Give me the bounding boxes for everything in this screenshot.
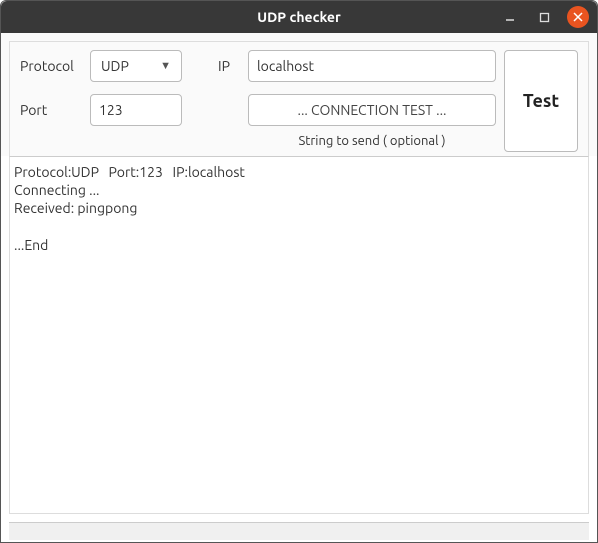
test-button-label: Test: [523, 91, 559, 111]
protocol-select[interactable]: UDP ▼: [90, 50, 182, 82]
titlebar: UDP checker: [1, 1, 597, 33]
port-input[interactable]: [90, 94, 182, 126]
status-bar: [9, 522, 589, 540]
minimize-icon: [504, 11, 516, 23]
app-window: UDP checker Protocol UDP ▼: [0, 0, 598, 543]
output-log[interactable]: Protocol:UDP Port:123 IP:localhost Conne…: [9, 156, 589, 514]
ip-label: IP: [218, 58, 240, 74]
close-icon: [573, 12, 583, 22]
send-string-input[interactable]: [248, 94, 496, 126]
protocol-label: Protocol: [20, 58, 82, 74]
chevron-down-icon: ▼: [160, 60, 171, 72]
close-button[interactable]: [567, 6, 589, 28]
maximize-icon: [539, 12, 550, 23]
test-button[interactable]: Test: [504, 50, 578, 152]
send-hint: String to send ( optional ): [248, 134, 496, 148]
ip-input[interactable]: [248, 50, 496, 82]
port-label: Port: [20, 102, 82, 118]
minimize-button[interactable]: [499, 6, 521, 28]
maximize-button[interactable]: [533, 6, 555, 28]
protocol-select-value: UDP: [101, 58, 129, 74]
form-panel: Protocol UDP ▼ IP Port: [9, 41, 589, 156]
